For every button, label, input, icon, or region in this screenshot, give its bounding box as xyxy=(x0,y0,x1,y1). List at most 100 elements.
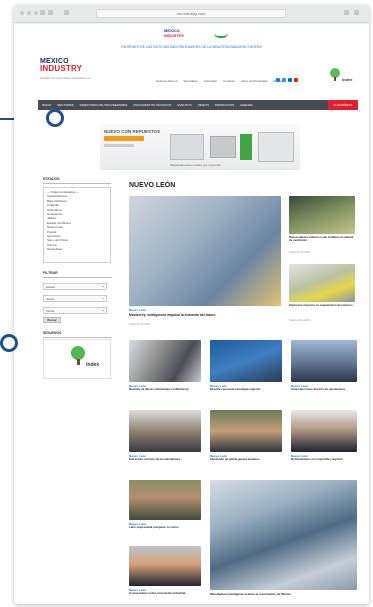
maximize-dot-icon[interactable] xyxy=(34,11,38,15)
header-links: Quiénes Somos Suscríbete Anúnciate Conta… xyxy=(156,79,283,83)
article-image xyxy=(129,410,201,452)
article-title: Nueva planta en Nuevo León fortalece la … xyxy=(289,235,354,243)
address-bar[interactable]: mx.industry.com xyxy=(96,9,286,18)
header-link[interactable]: Quiénes Somos xyxy=(156,79,177,83)
article-title: Manufactura inteligente acelera el creci… xyxy=(210,592,292,596)
sidebar-heading: ESTADOS xyxy=(43,177,111,184)
sidebar-sponsor-logo[interactable]: index xyxy=(43,339,111,379)
nav-item[interactable]: PRODUCTOS xyxy=(215,103,234,107)
back-icon[interactable] xyxy=(40,10,45,15)
article-title: Nombramiento en corporativo regional xyxy=(291,457,343,461)
site-tagline: Noticias de la industria manufacturera xyxy=(40,76,91,80)
machine-image xyxy=(258,132,294,162)
filter-select[interactable]: Estado xyxy=(43,283,107,290)
promo-swoosh-icon xyxy=(214,33,228,38)
section-title: NUEVO LEÓN xyxy=(129,182,176,189)
promo-strip[interactable]: MEXICO INDUSTRY ENTÉRATE DE LAS NOTICIAS… xyxy=(14,27,369,51)
follow-heading: SÍGUENOS xyxy=(43,331,111,338)
subscribe-button[interactable]: SUSCRÍBETE xyxy=(328,100,358,110)
filter-select[interactable]: Fecha xyxy=(43,307,107,314)
tree-icon xyxy=(71,346,85,360)
article-title: Entrevista: el futuro de la manufactura xyxy=(129,457,181,461)
youtube-icon[interactable] xyxy=(294,78,298,82)
article-card[interactable]: Nuevo León Expansión de planta genera em… xyxy=(210,410,282,470)
article-title: Directivo presenta estrategia regional xyxy=(210,387,261,391)
article-card[interactable]: Empresas invierten en capacitación de té… xyxy=(289,264,355,326)
minimize-dot-icon[interactable] xyxy=(27,11,31,15)
site-logo[interactable]: MEXICO INDUSTRY xyxy=(40,58,83,73)
index-sponsor-logo[interactable]: index xyxy=(324,68,354,84)
state-item[interactable]: Tamaulipas xyxy=(47,247,107,251)
nav-item[interactable]: VIDEOS xyxy=(198,103,209,107)
facebook-icon[interactable] xyxy=(276,78,280,82)
share-icon[interactable] xyxy=(344,10,349,15)
tree-trunk-icon xyxy=(334,77,336,81)
url-text: mx.industry.com xyxy=(176,11,206,16)
header-link[interactable]: Contacto xyxy=(223,79,235,83)
article-title: Expansión de planta genera empleos xyxy=(210,457,260,461)
tabs-icon[interactable] xyxy=(354,10,359,15)
article-title: Empresas invierten en capacitación de té… xyxy=(289,303,353,307)
article-card[interactable]: Nuevo León Entrevista: el futuro de la m… xyxy=(129,410,201,470)
sidebar-icon[interactable] xyxy=(64,10,69,15)
sponsor-label: index xyxy=(86,362,100,368)
forward-icon[interactable] xyxy=(48,10,53,15)
logo-bottom: INDUSTRY xyxy=(40,63,83,73)
close-dot-icon[interactable] xyxy=(20,11,24,15)
nav-item[interactable]: AGENDA xyxy=(240,103,253,107)
linkedin-icon[interactable] xyxy=(288,78,292,82)
nav-item[interactable]: EVENTOS xyxy=(177,103,191,107)
main-nav: INICIO SECTORES DIRECTORIO DE PROVEEDORE… xyxy=(38,100,358,110)
article-date: Septiembre 2023 xyxy=(289,318,311,322)
header-link[interactable]: Suscríbete xyxy=(183,79,197,83)
article-image xyxy=(289,264,355,302)
article-image xyxy=(129,546,201,586)
article-image xyxy=(210,340,282,382)
header-link[interactable]: Aviso de Privacidad xyxy=(241,79,267,83)
article-title: Líder empresarial comparte su visión xyxy=(129,525,179,529)
ad-banner[interactable]: NUEVO CON REPUESTOS Maquinaria para mold… xyxy=(100,124,300,170)
nav-item[interactable]: INICIO xyxy=(42,103,51,107)
callout-marker-left xyxy=(0,334,18,352)
nav-item[interactable]: DIRECTORIO DE PROVEEDORES xyxy=(80,103,128,107)
browser-window: mx.industry.com MEXICO INDUSTRY ENTÉRATE… xyxy=(14,5,369,604)
article-card[interactable]: Nueva planta en Nuevo León fortalece la … xyxy=(289,196,355,258)
twitter-icon[interactable] xyxy=(282,78,286,82)
banner-gray-bar xyxy=(104,144,134,147)
page-content: MEXICO INDUSTRY ENTÉRATE DE LAS NOTICIAS… xyxy=(14,24,369,604)
promo-logo-bottom: INDUSTRY xyxy=(164,32,185,38)
window-controls[interactable] xyxy=(20,11,38,15)
header-link[interactable]: Anúnciate xyxy=(204,79,217,83)
article-card[interactable]: Nuevo León Directivo presenta estrategia… xyxy=(210,340,282,400)
social-icons xyxy=(276,78,298,82)
machine-image xyxy=(240,134,252,160)
states-list[interactable]: — Todos los Estados — Aguascalientes Baj… xyxy=(43,187,111,263)
article-image xyxy=(129,340,201,382)
promo-logo: MEXICO INDUSTRY xyxy=(164,28,185,38)
featured-article[interactable]: Nuevo León Monterrey: Inteligencia impul… xyxy=(129,196,281,326)
article-card[interactable]: Nuevo León Nombramiento en corporativo r… xyxy=(291,410,357,470)
filter-heading: FILTRAR xyxy=(43,271,111,278)
nav-item[interactable]: DOCUMENTOS TÉCNICOS xyxy=(133,103,171,107)
nav-item[interactable]: SECTORES xyxy=(57,103,73,107)
article-date: Septiembre 2023 xyxy=(289,250,311,254)
article-date: Septiembre 2023 xyxy=(129,322,151,326)
search-button[interactable]: Buscar xyxy=(43,317,61,323)
article-card[interactable]: Nuevo León Conversatorio sobre innovació… xyxy=(129,546,201,604)
article-image xyxy=(210,410,282,452)
article-image xyxy=(289,196,355,234)
article-card[interactable]: Nuevo León Líder empresarial comparte su… xyxy=(129,480,201,538)
article-card[interactable]: Nuevo León Anuncian nuevo director de op… xyxy=(291,340,357,400)
article-image xyxy=(129,480,201,520)
featured-article[interactable]: Manufactura inteligente acelera el creci… xyxy=(210,480,357,604)
article-image xyxy=(291,340,357,382)
banner-orange-bar xyxy=(104,136,144,141)
article-title: Conversatorio sobre innovación industria… xyxy=(129,591,186,595)
tree-trunk-icon xyxy=(77,359,80,365)
screenshot-canvas: mx.industry.com MEXICO INDUSTRY ENTÉRATE… xyxy=(0,0,373,607)
machine-image xyxy=(170,134,204,160)
article-card[interactable]: Nuevo León Reunión de líderes industrial… xyxy=(129,340,201,400)
filter-select[interactable]: Sector xyxy=(43,295,107,302)
index-label: index xyxy=(342,77,353,82)
article-title: Monterrey: Inteligencia impulsa la indus… xyxy=(129,313,216,317)
